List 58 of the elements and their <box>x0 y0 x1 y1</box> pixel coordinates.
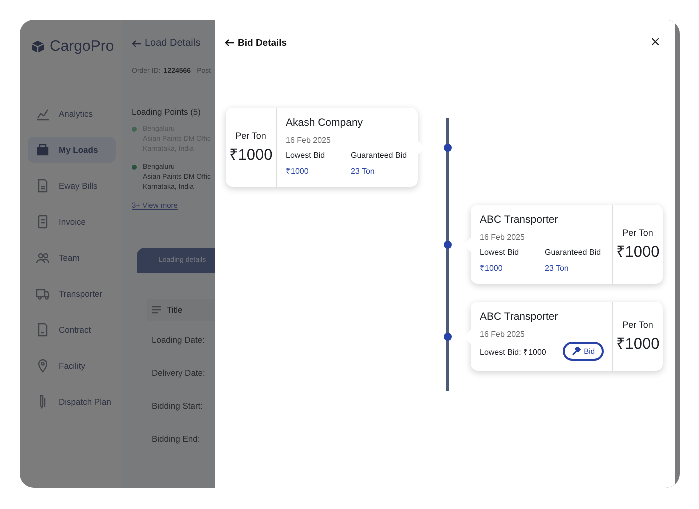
company-name: ABC Transporter <box>480 214 560 226</box>
stat-value: ₹1000 <box>480 264 503 274</box>
document-icon <box>36 215 50 229</box>
lowest-bid-text: Lowest Bid: ₹1000 <box>480 347 546 357</box>
status-dot <box>132 127 137 132</box>
stat-value: 23 Ton <box>545 264 569 274</box>
field-label: Bidding Start: <box>152 401 204 413</box>
truck-icon <box>36 287 50 301</box>
document-icon <box>36 323 50 337</box>
stat-label: Guaranteed Bid <box>351 151 408 160</box>
logo-text: CargoPro <box>50 38 114 55</box>
lines-icon <box>152 306 161 314</box>
document-icon <box>36 179 50 193</box>
status-dot <box>132 165 137 170</box>
company-name: ABC Transporter <box>480 311 560 323</box>
section-title: Loading Points (5) <box>132 107 202 117</box>
sidebar-item[interactable]: Eway Bills <box>28 173 116 199</box>
stat-value: ₹1000 <box>286 167 309 177</box>
timeline-dot <box>444 332 452 340</box>
rate-value: ₹1000 <box>616 242 660 262</box>
bid-date: 16 Feb 2025 <box>286 136 332 145</box>
bid-date: 16 Feb 2025 <box>480 330 526 339</box>
sidebar-item[interactable]: Contract <box>28 317 116 343</box>
boxes-icon <box>36 143 50 157</box>
sidebar-item[interactable]: Facility <box>28 353 116 379</box>
people-icon <box>36 251 50 265</box>
hammer-icon <box>572 347 582 356</box>
field-label: Delivery Date: <box>152 368 206 380</box>
rate-value: ₹1000 <box>616 334 660 354</box>
location-pin-icon <box>36 359 50 373</box>
page-title: Load Details <box>145 38 201 49</box>
back-button[interactable]: Bid Details <box>225 38 288 48</box>
stat-label: Lowest Bid <box>480 248 520 257</box>
column-header: Title <box>167 305 183 315</box>
sidebar-item[interactable]: Analytics <box>28 101 116 127</box>
back-arrow-icon <box>132 40 142 48</box>
timeline-dot <box>444 240 452 248</box>
rate-value: ₹1000 <box>229 146 273 164</box>
stat-value: 23 Ton <box>351 167 375 177</box>
back-arrow-icon <box>225 39 235 47</box>
close-button[interactable]: × <box>648 36 663 50</box>
sidebar-item[interactable]: My Loads <box>28 137 116 163</box>
field-label: Loading Date: <box>152 335 206 347</box>
sidebar-item[interactable]: Invoice <box>28 209 116 235</box>
field-label: Bidding End: <box>152 434 202 446</box>
rate-label: Per Ton <box>236 130 266 140</box>
company-name: Akash Company <box>286 117 364 129</box>
rate-label: Per Ton <box>622 320 654 330</box>
sidebar-item[interactable]: Team <box>28 245 116 271</box>
rate-label: Per Ton <box>622 228 654 238</box>
sidebar-item[interactable]: Transporter <box>28 281 116 307</box>
cube-logo-icon <box>31 40 45 54</box>
stat-label: Guaranteed Bid <box>545 248 602 257</box>
stat-label: Lowest Bid <box>286 151 326 160</box>
chart-icon <box>36 107 50 121</box>
timeline-dot <box>444 144 452 152</box>
bid-date: 16 Feb 2025 <box>480 233 526 242</box>
sidebar-item[interactable]: Dispatch Plan <box>28 389 116 415</box>
